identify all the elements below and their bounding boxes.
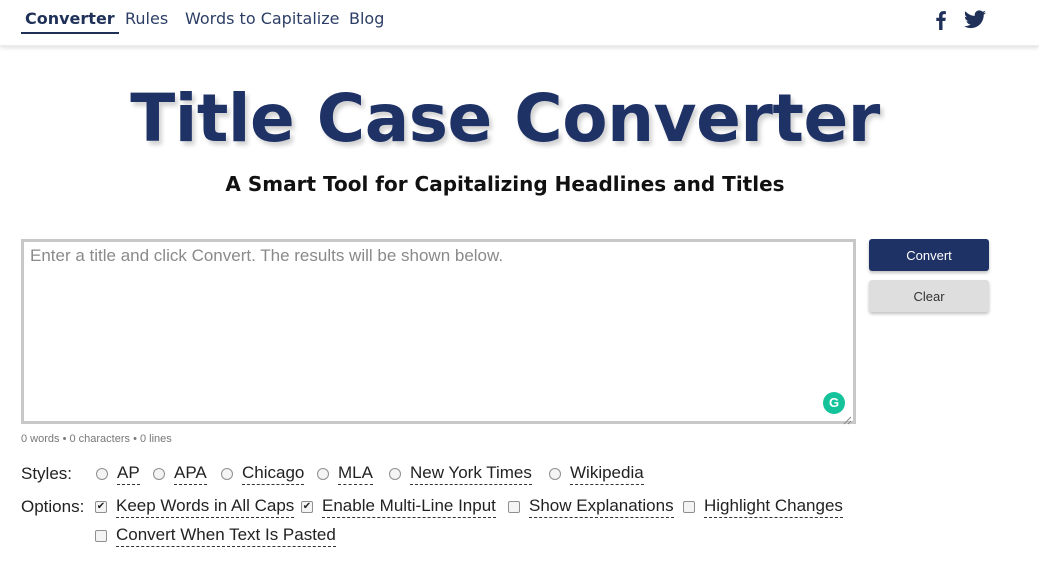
- resize-handle-icon[interactable]: [842, 410, 852, 425]
- convert-button[interactable]: Convert: [869, 239, 989, 271]
- nav-blog[interactable]: Blog: [349, 9, 384, 34]
- option-label-multi-line[interactable]: Enable Multi-Line Input: [322, 496, 496, 518]
- option-label-keep-all-caps[interactable]: Keep Words in All Caps: [116, 496, 295, 518]
- style-label-apa[interactable]: APA: [174, 463, 207, 485]
- option-label-highlight-changes[interactable]: Highlight Changes: [704, 496, 843, 518]
- radio-apa[interactable]: [153, 468, 165, 480]
- checkbox-keep-all-caps[interactable]: ✔: [95, 501, 107, 513]
- style-option-chicago[interactable]: Chicago: [221, 463, 305, 485]
- style-option-mla[interactable]: MLA: [317, 463, 373, 485]
- clear-button[interactable]: Clear: [869, 280, 989, 312]
- style-option-wikipedia[interactable]: Wikipedia: [549, 463, 644, 485]
- page-title: Title Case Converter: [130, 80, 880, 157]
- checkbox-multi-line[interactable]: ✔: [301, 501, 313, 513]
- text-counter: 0 words • 0 characters • 0 lines: [21, 433, 172, 445]
- option-label-convert-on-paste[interactable]: Convert When Text Is Pasted: [116, 525, 336, 547]
- radio-ap[interactable]: [96, 468, 108, 480]
- style-label-mla[interactable]: MLA: [338, 463, 373, 485]
- option-show-explanations[interactable]: Show Explanations: [508, 496, 674, 518]
- twitter-icon[interactable]: [963, 9, 987, 31]
- style-label-new-york-times[interactable]: New York Times: [410, 463, 532, 485]
- option-convert-on-paste[interactable]: Convert When Text Is Pasted: [95, 525, 336, 547]
- radio-mla[interactable]: [317, 468, 329, 480]
- title-input[interactable]: [24, 242, 853, 421]
- style-option-apa[interactable]: APA: [153, 463, 207, 485]
- checkbox-convert-on-paste[interactable]: [95, 530, 107, 542]
- facebook-icon[interactable]: [929, 9, 953, 31]
- options-label: Options:: [21, 497, 85, 516]
- style-label-wikipedia[interactable]: Wikipedia: [570, 463, 644, 485]
- style-option-new-york-times[interactable]: New York Times: [389, 463, 532, 485]
- radio-chicago[interactable]: [221, 468, 233, 480]
- checkbox-highlight-changes[interactable]: [683, 501, 695, 513]
- nav-words-to-capitalize[interactable]: Words to Capitalize: [185, 9, 339, 34]
- option-multi-line[interactable]: ✔ Enable Multi-Line Input: [301, 496, 496, 518]
- title-input-container: G: [21, 239, 856, 425]
- nav-rules[interactable]: Rules: [125, 9, 168, 34]
- style-option-ap[interactable]: AP: [96, 463, 140, 485]
- nav-converter[interactable]: Converter: [21, 9, 119, 34]
- styles-label: Styles:: [21, 464, 73, 483]
- option-keep-all-caps[interactable]: ✔ Keep Words in All Caps: [95, 496, 295, 518]
- radio-new-york-times[interactable]: [389, 468, 401, 480]
- option-label-show-explanations[interactable]: Show Explanations: [529, 496, 674, 518]
- style-label-ap[interactable]: AP: [117, 463, 140, 485]
- checkbox-show-explanations[interactable]: [508, 501, 520, 513]
- top-navigation: Converter Rules Words to Capitalize Blog: [0, 0, 1039, 46]
- radio-wikipedia[interactable]: [549, 468, 561, 480]
- style-label-chicago[interactable]: Chicago: [242, 463, 305, 485]
- page-subtitle: A Smart Tool for Capitalizing Headlines …: [225, 172, 785, 196]
- option-highlight-changes[interactable]: Highlight Changes: [683, 496, 843, 518]
